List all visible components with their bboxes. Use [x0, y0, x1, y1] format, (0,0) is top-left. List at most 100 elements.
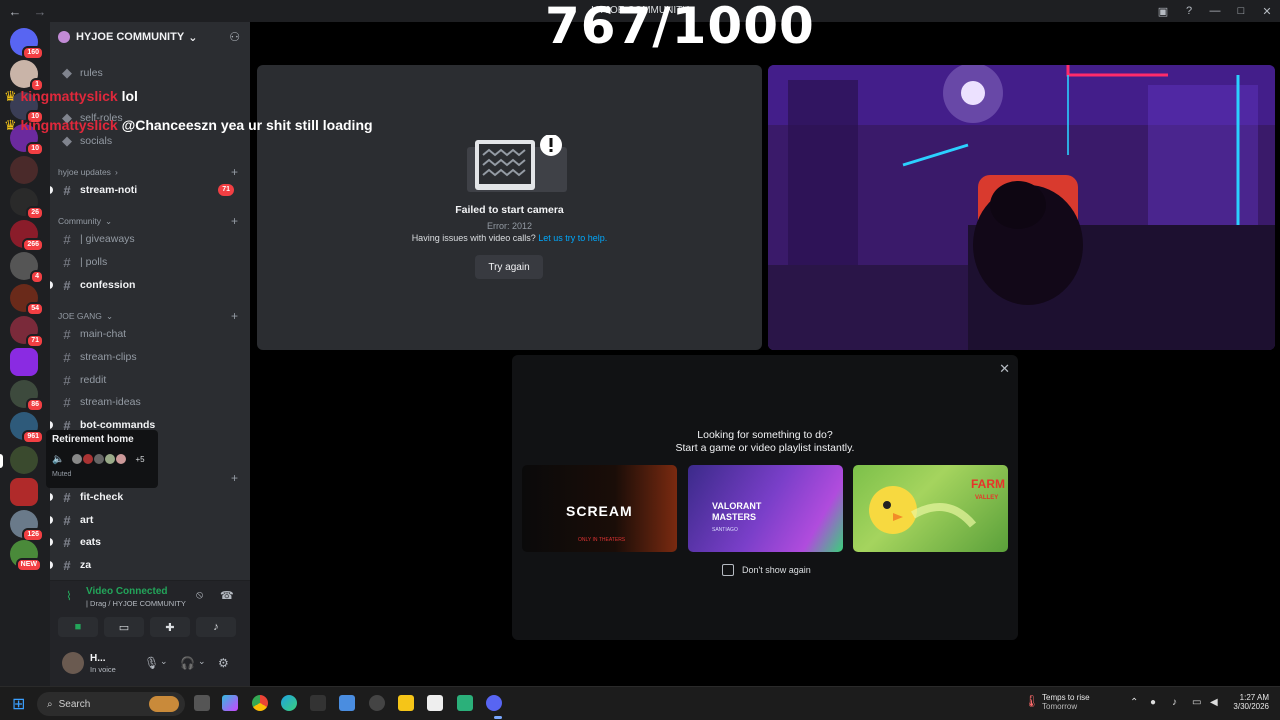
weather-widget[interactable]: Temps to rise Tomorrow: [1042, 693, 1090, 711]
server-icon[interactable]: 961: [10, 412, 44, 444]
app-icon[interactable]: [427, 695, 443, 711]
close-window-icon[interactable]: ✕: [1254, 5, 1280, 18]
microphone-tray-icon[interactable]: ♪: [1172, 697, 1177, 708]
search-highlight-icon: [149, 696, 179, 712]
activity-card-scream[interactable]: SCREAM ONLY IN THEATERS: [522, 465, 677, 552]
network-icon[interactable]: ▭: [1192, 697, 1201, 708]
category-community[interactable]: Community ⌄ +: [58, 213, 244, 229]
server-icon[interactable]: [10, 156, 38, 184]
copilot-icon[interactable]: [222, 695, 238, 711]
server-icon[interactable]: 1: [10, 60, 44, 92]
help-icon[interactable]: ?: [1176, 5, 1202, 17]
channel-stream-clips[interactable]: # stream-clips: [58, 347, 244, 367]
channel-rules[interactable]: ◆ rules: [58, 63, 244, 83]
add-channel-icon[interactable]: +: [231, 309, 238, 323]
invite-people-icon[interactable]: ⚇: [229, 30, 240, 44]
voice-status[interactable]: Video Connected: [86, 586, 168, 597]
channel-reddit[interactable]: # reddit: [58, 370, 244, 390]
server-icon[interactable]: [10, 348, 38, 376]
chrome-icon[interactable]: [252, 695, 268, 711]
server-icon[interactable]: [10, 478, 38, 506]
broken-camera-icon: ✕: [467, 135, 567, 192]
server-badge: 10: [26, 142, 44, 156]
category-label: hyjoe updates: [58, 167, 111, 177]
screen-share-button[interactable]: ▭: [104, 617, 144, 637]
webcam-video-tile[interactable]: [768, 65, 1275, 350]
file-explorer-icon[interactable]: [398, 695, 414, 711]
headphones-icon[interactable]: 🎧: [180, 656, 195, 670]
chevron-up-icon[interactable]: ⌃: [1130, 697, 1138, 708]
server-icon[interactable]: 86: [10, 380, 44, 412]
disconnect-icon[interactable]: ☎: [220, 589, 234, 602]
username[interactable]: H...: [90, 653, 106, 664]
signal-icon[interactable]: ⌇: [66, 589, 72, 603]
category-hyjoe-updates[interactable]: hyjoe updates › +: [58, 164, 244, 180]
channel-main-chat[interactable]: # main-chat: [58, 324, 244, 344]
channel-polls[interactable]: # | polls: [58, 252, 244, 272]
dont-show-checkbox[interactable]: [722, 564, 734, 576]
minimize-icon[interactable]: —: [1202, 5, 1228, 17]
server-icon[interactable]: 71: [10, 316, 44, 348]
activity-card-valorant[interactable]: VALORANT MASTERS SANTIAGO: [688, 465, 843, 552]
add-channel-icon[interactable]: +: [231, 471, 238, 485]
task-view-icon[interactable]: [194, 695, 210, 711]
server-icon[interactable]: 266: [10, 220, 44, 252]
help-link[interactable]: Let us try to help.: [538, 233, 607, 243]
channel-name: stream-noti: [80, 184, 138, 196]
close-icon[interactable]: ✕: [999, 361, 1010, 377]
noise-suppression-icon[interactable]: ⦸: [196, 589, 203, 602]
terminal-icon[interactable]: [310, 695, 326, 711]
channel-eats[interactable]: # eats: [50, 532, 244, 552]
add-channel-icon[interactable]: +: [231, 165, 238, 179]
channel-za[interactable]: # za: [50, 555, 244, 575]
gear-icon[interactable]: ⚙: [218, 656, 229, 670]
server-boost-icon: [58, 31, 70, 43]
windows-start-icon[interactable]: ⊞: [12, 694, 25, 714]
channel-confession[interactable]: # confession: [50, 275, 244, 295]
channel-name: reddit: [80, 374, 107, 386]
camera-button[interactable]: ■: [58, 617, 98, 637]
microphone-icon[interactable]: 🎙: [144, 656, 159, 670]
category-label: Community: [58, 216, 101, 226]
channel-name: | giveaways: [80, 233, 135, 245]
soundboard-button[interactable]: ♪: [196, 617, 236, 637]
server-icon-active[interactable]: [10, 446, 38, 474]
voice-channel-tooltip: Retirement home 🔈 +5 Muted: [46, 430, 158, 488]
volume-icon[interactable]: ◀: [1210, 697, 1218, 708]
channel-fit-check[interactable]: # fit-check: [50, 487, 244, 507]
add-channel-icon[interactable]: +: [231, 214, 238, 228]
dont-show-again[interactable]: Don't show again: [722, 564, 811, 576]
try-again-button[interactable]: Try again: [475, 255, 543, 279]
channel-stream-ideas[interactable]: # stream-ideas: [58, 392, 244, 412]
taskbar-clock[interactable]: 1:27 AM 3/30/2026: [1225, 693, 1269, 711]
obs-icon[interactable]: [369, 695, 385, 711]
store-icon[interactable]: [339, 695, 355, 711]
maximize-icon[interactable]: □: [1228, 5, 1254, 17]
inbox-icon[interactable]: ▣: [1150, 5, 1176, 18]
taskbar-search[interactable]: ⌕ Search: [37, 692, 185, 716]
tray-app-icon[interactable]: ●: [1150, 697, 1156, 708]
chevron-down-icon[interactable]: ⌄: [160, 656, 168, 667]
chevron-down-icon[interactable]: ⌄: [198, 656, 206, 667]
channel-socials[interactable]: ◆ socials: [58, 131, 244, 151]
server-icon[interactable]: 4: [10, 252, 44, 284]
server-icon[interactable]: 54: [10, 284, 44, 316]
activities-button[interactable]: ✚: [150, 617, 190, 637]
discord-icon[interactable]: [486, 695, 502, 711]
chevron-down-icon: ⌄: [188, 31, 198, 44]
app-icon[interactable]: [457, 695, 473, 711]
server-icon[interactable]: 126: [10, 510, 44, 542]
direct-messages-icon[interactable]: 160: [10, 28, 44, 60]
server-icon[interactable]: NEW: [10, 540, 42, 572]
server-icon[interactable]: 26: [10, 188, 44, 220]
activity-card-farm[interactable]: FARM VALLEY: [853, 465, 1008, 552]
channel-giveaways[interactable]: # | giveaways: [58, 229, 244, 249]
edge-icon[interactable]: [281, 695, 297, 711]
voice-location[interactable]: | Drag / HYJOE COMMUNITY: [86, 599, 186, 608]
avatar[interactable]: [62, 652, 84, 674]
channel-art[interactable]: # art: [50, 510, 244, 530]
chevron-down-icon: ⌄: [105, 310, 114, 321]
server-header[interactable]: HYJOE COMMUNITY ⌄ ⚇: [50, 22, 250, 52]
category-joe-gang[interactable]: JOE GANG ⌄ +: [58, 308, 244, 324]
channel-stream-noti[interactable]: # stream-noti 71: [50, 180, 244, 200]
